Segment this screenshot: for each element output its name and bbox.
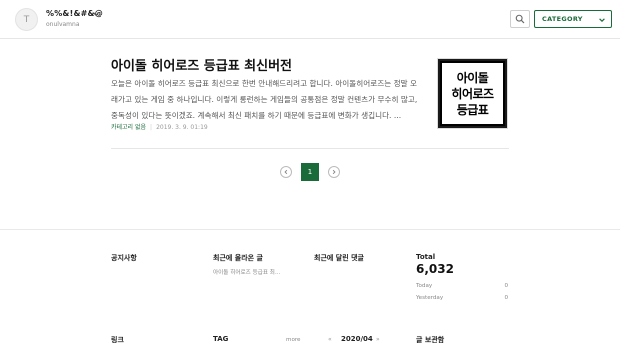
post-excerpt[interactable]: 오늘은 아이돌 히어로즈 등급표 최신으로 한번 안내해드리려고 합니다. 아이… <box>111 76 423 124</box>
pagination-prev-button[interactable] <box>280 166 292 178</box>
post-title[interactable]: 아이돌 히어로즈 등급표 최신버전 <box>111 55 292 74</box>
archive-next-month[interactable]: » <box>376 336 380 343</box>
total-label: Total <box>416 253 436 261</box>
yesterday-label: Yesterday <box>416 295 444 301</box>
thumbnail-line-2: 히어로즈 <box>451 86 494 101</box>
post-thumbnail[interactable]: 아이돌 히어로즈 등급표 <box>437 58 508 129</box>
blog-header: T %%&!&#&@ onulvamna CATEGORY <box>0 0 620 39</box>
tag-heading: TAG <box>213 335 229 343</box>
thumbnail-line-3: 등급표 <box>456 102 489 117</box>
avatar[interactable]: T <box>15 8 38 31</box>
category-button[interactable]: CATEGORY <box>534 10 612 28</box>
notice-heading: 공지사항 <box>111 254 137 262</box>
links-heading: 링크 <box>111 336 124 343</box>
pagination-current-page[interactable]: 1 <box>301 163 319 181</box>
search-button[interactable] <box>510 10 530 28</box>
post-category-link[interactable]: 카테고리 없음 <box>111 124 146 131</box>
chevron-right-icon <box>332 169 336 175</box>
category-label: CATEGORY <box>542 15 583 23</box>
avatar-initial: T <box>23 14 30 25</box>
post-divider <box>111 148 509 149</box>
search-icon <box>515 14 525 24</box>
post-meta: 카테고리 없음 | 2019. 3. 9. 01:19 <box>111 122 208 131</box>
archive-prev-month[interactable]: « <box>328 336 332 343</box>
chevron-down-icon <box>599 18 605 23</box>
recent-comments-heading: 최근에 달린 댓글 <box>314 254 364 262</box>
blog-owner[interactable]: onulvamna <box>46 21 80 28</box>
today-count: 0 <box>504 283 508 289</box>
chevron-down-icon[interactable] <box>92 10 100 18</box>
total-count: 6,032 <box>416 262 454 276</box>
thumbnail-image: 아이돌 히어로즈 등급표 <box>440 61 505 126</box>
recent-post-link[interactable]: 아이돌 히어로즈 등급표 최... <box>213 268 280 276</box>
chevron-left-icon <box>284 169 288 175</box>
pagination-next-button[interactable] <box>328 166 340 178</box>
recent-posts-heading: 최근에 올라온 글 <box>213 254 263 262</box>
meta-separator: | <box>150 124 153 131</box>
archive-month: 2020/04 <box>341 335 373 343</box>
post-date: 2019. 3. 9. 01:19 <box>156 124 208 131</box>
footer-divider <box>0 229 620 230</box>
yesterday-count: 0 <box>504 295 508 301</box>
today-label: Today <box>416 283 433 289</box>
tag-more-link[interactable]: more <box>286 337 301 343</box>
thumbnail-line-1: 아이돌 <box>456 70 489 85</box>
archive-heading: 글 보관함 <box>416 336 445 343</box>
